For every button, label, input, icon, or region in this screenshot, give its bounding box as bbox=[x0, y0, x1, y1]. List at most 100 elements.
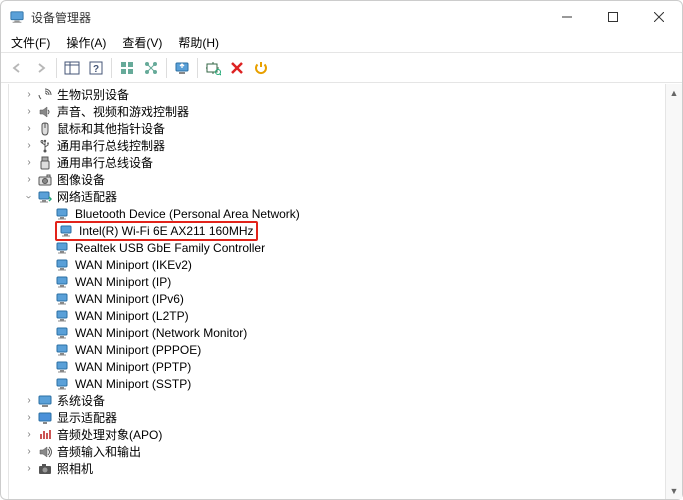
tree-item-intel-wifi[interactable]: · Intel(R) Wi-Fi 6E AX211 160MHz bbox=[9, 222, 665, 239]
scan-hardware-button[interactable] bbox=[201, 56, 225, 80]
forward-button bbox=[29, 56, 53, 80]
menu-view[interactable]: 查看(V) bbox=[116, 34, 168, 51]
tree-label: WAN Miniport (L2TP) bbox=[75, 309, 189, 323]
tree-item-audio-io[interactable]: › 音频输入和输出 bbox=[9, 443, 665, 460]
help-button[interactable]: ? bbox=[84, 56, 108, 80]
tree-label: 鼠标和其他指针设备 bbox=[57, 120, 165, 137]
expand-icon[interactable]: › bbox=[21, 87, 37, 103]
expand-icon[interactable]: › bbox=[21, 138, 37, 154]
menu-file[interactable]: 文件(F) bbox=[5, 34, 56, 51]
tree-item-wan-ikev2[interactable]: · WAN Miniport (IKEv2) bbox=[9, 256, 665, 273]
scroll-up-icon[interactable]: ▲ bbox=[666, 84, 682, 101]
show-hide-tree-button[interactable] bbox=[60, 56, 84, 80]
network-adapter-icon bbox=[55, 291, 71, 307]
menu-action[interactable]: 操作(A) bbox=[60, 34, 112, 51]
speaker-icon bbox=[37, 104, 53, 120]
network-adapter-icon bbox=[55, 257, 71, 273]
scroll-down-icon[interactable]: ▼ bbox=[666, 482, 682, 499]
tree-item-network-adapters[interactable]: › 网络适配器 bbox=[9, 188, 665, 205]
maximize-button[interactable] bbox=[590, 1, 636, 33]
devices-by-connection-button[interactable] bbox=[139, 56, 163, 80]
tree-label: 照相机 bbox=[57, 460, 93, 477]
expand-icon[interactable]: › bbox=[21, 121, 37, 137]
tree-label: Bluetooth Device (Personal Area Network) bbox=[75, 207, 300, 221]
tree-item-usb-controllers[interactable]: › 通用串行总线控制器 bbox=[9, 137, 665, 154]
tree-item-audio-apo[interactable]: › 音频处理对象(APO) bbox=[9, 426, 665, 443]
tree-label: 图像设备 bbox=[57, 171, 105, 188]
network-adapter-icon bbox=[55, 206, 71, 222]
expand-icon[interactable]: › bbox=[21, 172, 37, 188]
toolbar: ? bbox=[1, 53, 682, 83]
tree-label: WAN Miniport (Network Monitor) bbox=[75, 326, 247, 340]
tree-label: 显示适配器 bbox=[57, 409, 117, 426]
expand-icon[interactable]: › bbox=[21, 410, 37, 426]
network-adapter-icon bbox=[55, 325, 71, 341]
tree-label: 音频处理对象(APO) bbox=[57, 426, 162, 443]
tree-label: WAN Miniport (IKEv2) bbox=[75, 258, 192, 272]
biometric-icon bbox=[37, 87, 53, 103]
vertical-scrollbar[interactable]: ▲ ▼ bbox=[665, 84, 682, 499]
expand-icon[interactable]: › bbox=[21, 393, 37, 409]
tree-label: WAN Miniport (PPTP) bbox=[75, 360, 191, 374]
tree-item-sound[interactable]: › 声音、视频和游戏控制器 bbox=[9, 103, 665, 120]
usb-device-icon bbox=[37, 155, 53, 171]
network-adapter-icon bbox=[59, 223, 75, 239]
uninstall-button[interactable] bbox=[225, 56, 249, 80]
expand-icon[interactable]: › bbox=[21, 427, 37, 443]
collapse-icon[interactable]: › bbox=[21, 189, 37, 205]
expand-icon[interactable]: › bbox=[21, 444, 37, 460]
highlight-box: Intel(R) Wi-Fi 6E AX211 160MHz bbox=[55, 221, 258, 241]
tree-item-wan-sstp[interactable]: · WAN Miniport (SSTP) bbox=[9, 375, 665, 392]
tree-item-display-adapters[interactable]: › 显示适配器 bbox=[9, 409, 665, 426]
app-icon bbox=[9, 9, 25, 25]
audio-io-icon bbox=[37, 444, 53, 460]
network-adapter-icon bbox=[55, 376, 71, 392]
tree-item-bluetooth-pan[interactable]: · Bluetooth Device (Personal Area Networ… bbox=[9, 205, 665, 222]
network-adapter-icon bbox=[55, 342, 71, 358]
tree-label: WAN Miniport (PPPOE) bbox=[75, 343, 201, 357]
tree-label: 声音、视频和游戏控制器 bbox=[57, 103, 189, 120]
expand-icon[interactable]: › bbox=[21, 104, 37, 120]
tree-item-wan-l2tp[interactable]: · WAN Miniport (L2TP) bbox=[9, 307, 665, 324]
tree-label: WAN Miniport (SSTP) bbox=[75, 377, 191, 391]
network-adapter-icon bbox=[55, 274, 71, 290]
svg-text:?: ? bbox=[93, 64, 99, 75]
disable-button[interactable] bbox=[249, 56, 273, 80]
window-title: 设备管理器 bbox=[31, 9, 91, 26]
tree-item-imaging[interactable]: › 图像设备 bbox=[9, 171, 665, 188]
tree-label: WAN Miniport (IPv6) bbox=[75, 292, 184, 306]
tree-label: Realtek USB GbE Family Controller bbox=[75, 241, 265, 255]
tree-item-wan-pppoe[interactable]: · WAN Miniport (PPPOE) bbox=[9, 341, 665, 358]
expand-icon[interactable]: › bbox=[21, 155, 37, 171]
tree-item-mouse[interactable]: › 鼠标和其他指针设备 bbox=[9, 120, 665, 137]
devices-by-type-button[interactable] bbox=[115, 56, 139, 80]
display-icon bbox=[37, 410, 53, 426]
tree-label: 生物识别设备 bbox=[57, 86, 129, 103]
expand-icon[interactable]: › bbox=[21, 461, 37, 477]
tree-item-wan-ip[interactable]: · WAN Miniport (IP) bbox=[9, 273, 665, 290]
usb-icon bbox=[37, 138, 53, 154]
network-icon bbox=[37, 189, 53, 205]
tree-item-biometric[interactable]: › 生物识别设备 bbox=[9, 86, 665, 103]
close-button[interactable] bbox=[636, 1, 682, 33]
tree-item-realtek-gbe[interactable]: · Realtek USB GbE Family Controller bbox=[9, 239, 665, 256]
device-tree[interactable]: › 生物识别设备 › 声音、视频和游戏控制器 › 鼠标和其他指针设备 › 通用串… bbox=[9, 84, 665, 499]
tree-label: 通用串行总线控制器 bbox=[57, 137, 165, 154]
tree-item-wan-network-monitor[interactable]: · WAN Miniport (Network Monitor) bbox=[9, 324, 665, 341]
network-adapter-icon bbox=[55, 240, 71, 256]
tree-item-usb-devices[interactable]: › 通用串行总线设备 bbox=[9, 154, 665, 171]
tree-item-wan-pptp[interactable]: · WAN Miniport (PPTP) bbox=[9, 358, 665, 375]
network-adapter-icon bbox=[55, 359, 71, 375]
menu-help[interactable]: 帮助(H) bbox=[172, 34, 225, 51]
tree-label: 网络适配器 bbox=[57, 188, 117, 205]
system-icon bbox=[37, 393, 53, 409]
window-controls bbox=[544, 1, 682, 33]
update-driver-button[interactable] bbox=[170, 56, 194, 80]
tree-item-system-devices[interactable]: › 系统设备 bbox=[9, 392, 665, 409]
minimize-button[interactable] bbox=[544, 1, 590, 33]
tree-item-camera[interactable]: › 照相机 bbox=[9, 460, 665, 477]
audio-apo-icon bbox=[37, 427, 53, 443]
tree-label: WAN Miniport (IP) bbox=[75, 275, 171, 289]
back-button bbox=[5, 56, 29, 80]
tree-item-wan-ipv6[interactable]: · WAN Miniport (IPv6) bbox=[9, 290, 665, 307]
